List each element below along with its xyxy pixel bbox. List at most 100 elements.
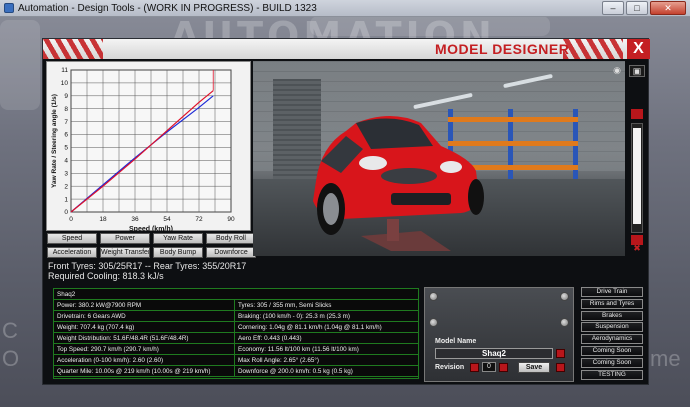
model-designer-window: MODEL DESIGNER X 0 18 36 54 72 90 0 1 2 3 4 5 6 7 8 9 10… — [42, 38, 650, 385]
chart-button-downforce[interactable]: Downforce — [206, 247, 256, 258]
save-button[interactable]: Save — [518, 362, 550, 373]
model-name-panel: Model Name Shaq2 Revision 0 Save — [424, 287, 574, 382]
header-stripes — [563, 39, 623, 59]
background-letter: O — [2, 346, 20, 371]
camera-icon[interactable]: ▣ — [629, 65, 645, 77]
screw-icon — [560, 318, 569, 327]
background-letter: C — [2, 318, 18, 343]
y-tick-label: 7 — [64, 119, 68, 126]
x-tick-label: 90 — [227, 216, 235, 223]
save-confirm-button[interactable] — [556, 363, 565, 372]
stat-cell: Acceleration (0-100 km/h): 2.60 (2.60) — [54, 355, 235, 366]
stat-cell: Drivetrain: 6 Gears AWD — [54, 311, 235, 322]
x-tick-label: 36 — [131, 216, 139, 223]
y-tick-label: 4 — [64, 158, 68, 165]
model-name-field[interactable]: Shaq2 — [435, 348, 553, 359]
scroll-up-button[interactable] — [631, 109, 643, 119]
table-row: Acceleration (0-100 km/h): 2.60 (2.60) Ma… — [54, 355, 418, 366]
maximize-button[interactable]: □ — [626, 1, 648, 15]
y-tick-label: 1 — [64, 196, 68, 203]
required-cooling: Required Cooling: 818.3 kJ/s — [48, 271, 164, 281]
revision-decrease-button[interactable] — [470, 363, 479, 372]
model-name-clear-button[interactable] — [556, 349, 565, 358]
table-row: Drivetrain: 6 Gears AWD Braking: (100 km/… — [54, 311, 418, 322]
yaw-rate-chart: 0 18 36 54 72 90 0 1 2 3 4 5 6 7 8 9 10 11 Speed (km/h) Yaw… — [46, 61, 251, 232]
screen: AUTOMATION C O me Automation - Design To… — [0, 0, 690, 407]
nav-button-rims-and-tyres[interactable]: Rims and Tyres — [581, 298, 643, 309]
stat-cell: Weight Distribution: 51.6F/48.4R (51.6F/… — [54, 333, 235, 344]
chart-button-body-roll[interactable]: Body Roll — [206, 233, 256, 244]
y-tick-label: 8 — [64, 106, 68, 113]
stat-cell: Cornering: 1.04g @ 81.1 km/h (1.04g @ 81… — [238, 324, 382, 331]
y-axis-label: Yaw Rate / Steering angle (1/s) — [51, 94, 58, 188]
x-tick-label: 18 — [99, 216, 107, 223]
x-tick-label: 72 — [195, 216, 203, 223]
table-row: Weight Distribution: 51.6F/48.4R (51.6F/… — [54, 333, 418, 344]
nav-button-coming-soon[interactable]: Coming Soon — [581, 357, 643, 368]
stats-table: Shaq2 Power: 380.2 kW@7900 RPM Tyres: 305… — [53, 288, 419, 379]
chart-button-weight-transfer[interactable]: Weight Transfer — [100, 247, 150, 258]
model-name-label: Model Name — [435, 338, 477, 345]
window-title: Automation - Design Tools - (WORK IN PRO… — [18, 2, 317, 14]
tyre-sizes: Front Tyres: 305/25R17 -- Rear Tyres: 35… — [48, 261, 247, 271]
stat-cell: Aero Eff: 0.443 (0.443) — [238, 335, 302, 342]
table-row: Weight: 707.4 kg (707.4 kg) Cornering: 1.… — [54, 322, 418, 333]
revision-increase-button[interactable] — [499, 363, 508, 372]
minimize-button[interactable]: – — [602, 1, 624, 15]
x-axis-label: Speed (km/h) — [129, 226, 173, 232]
background-panel — [0, 20, 40, 110]
revision-label: Revision — [435, 364, 465, 371]
chart-button-power[interactable]: Power — [100, 233, 150, 244]
nav-button-aerodynamics[interactable]: Aerodynamics — [581, 334, 643, 345]
reset-view-icon[interactable]: ✖ — [629, 243, 645, 255]
chart-button-acceleration[interactable]: Acceleration — [47, 247, 97, 258]
revision-field[interactable]: 0 — [482, 362, 496, 372]
stat-cell: Max Roll Angle: 2.65° (2.65°) — [238, 357, 319, 364]
nav-button-coming-soon[interactable]: Coming Soon — [581, 345, 643, 356]
viewport-scrollbar[interactable] — [631, 123, 643, 233]
x-tick-label: 0 — [69, 216, 73, 223]
y-tick-label: 0 — [64, 209, 68, 216]
stats-header-row: Shaq2 — [54, 289, 418, 300]
stat-cell: Tyres: 305 / 355 mm, Semi Slicks — [238, 302, 332, 309]
screw-icon — [429, 292, 438, 301]
stat-cell: Power: 380.2 kW@7900 RPM — [54, 300, 235, 311]
app-icon — [4, 3, 14, 13]
chart-button-speed[interactable]: Speed — [47, 233, 97, 244]
table-row: Quarter Mile: 10.00s @ 219 km/h (10.00s … — [54, 366, 418, 377]
car-viewport[interactable] — [253, 61, 625, 256]
eye-icon[interactable]: ◉ — [609, 65, 625, 77]
stat-cell: Top Speed: 290.7 km/h (290.7 km/h) — [54, 344, 235, 355]
scrollbar-thumb[interactable] — [633, 128, 641, 224]
window-close-button[interactable]: ✕ — [650, 1, 686, 15]
chart-button-yaw-rate[interactable]: Yaw Rate — [153, 233, 203, 244]
chart-buttons: Speed Power Yaw Rate Body Roll Acceleration W… — [47, 233, 256, 258]
tyre-info: Front Tyres: 305/25R17 -- Rear Tyres: 35… — [48, 261, 448, 281]
y-tick-label: 3 — [64, 170, 68, 177]
viewport-toolbar: ▣ ◉ ✖ — [613, 63, 647, 255]
y-tick-label: 10 — [61, 80, 69, 87]
screw-icon — [560, 292, 569, 301]
y-tick-label: 6 — [64, 132, 68, 139]
designer-header: MODEL DESIGNER — [43, 39, 650, 59]
chart-button-body-bump[interactable]: Body Bump — [153, 247, 203, 258]
window-titlebar[interactable]: Automation - Design Tools - (WORK IN PRO… — [0, 0, 690, 17]
car-model — [313, 116, 484, 251]
y-tick-label: 9 — [64, 93, 68, 100]
table-row: Power: 380.2 kW@7900 RPM Tyres: 305 / 355… — [54, 300, 418, 311]
stat-cell: Economy: 11.56 lt/100 km (11.56 lt/100 k… — [238, 346, 359, 353]
designer-title: MODEL DESIGNER — [435, 41, 570, 57]
stat-cell: Downforce @ 200.0 km/h: 0.5 kg (0.5 kg) — [238, 368, 353, 375]
nav-button-brakes[interactable]: Brakes — [581, 310, 643, 321]
nav-button-testing[interactable]: TESTING — [581, 369, 643, 380]
stats-model-name: Shaq2 — [57, 291, 76, 298]
screw-icon — [429, 318, 438, 327]
stat-cell: Quarter Mile: 10.00s @ 219 km/h (10.00s … — [54, 366, 235, 377]
background-word: me — [650, 346, 681, 371]
designer-close-button[interactable]: X — [627, 39, 650, 59]
x-tick-label: 54 — [163, 216, 171, 223]
table-row: Top Speed: 290.7 km/h (290.7 km/h) Econom… — [54, 344, 418, 355]
nav-button-drive-train[interactable]: Drive Train — [581, 287, 643, 297]
y-tick-label: 11 — [61, 67, 68, 74]
nav-button-suspension[interactable]: Suspension — [581, 322, 643, 333]
